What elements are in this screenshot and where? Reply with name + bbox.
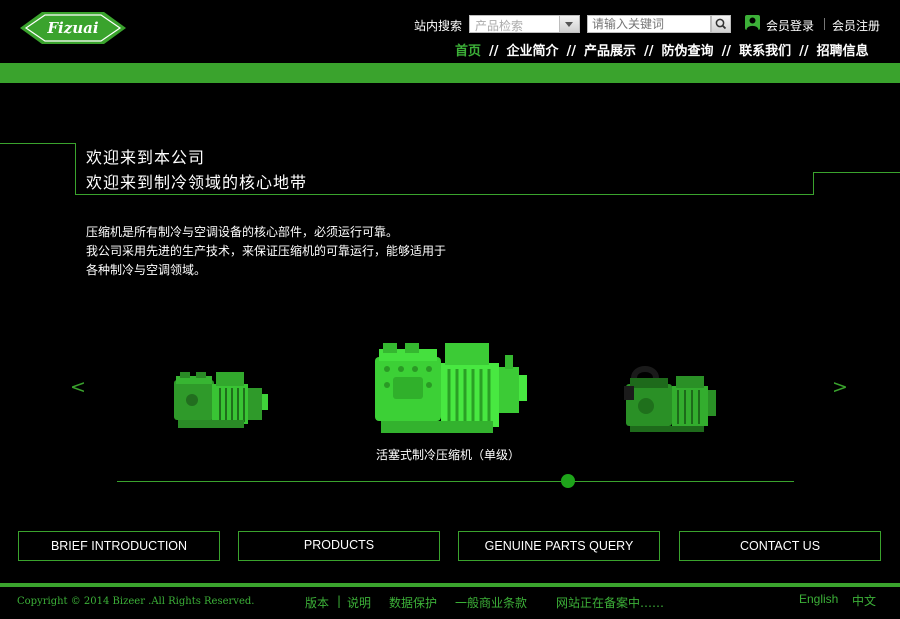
user-icon [745, 15, 760, 30]
member-register-link[interactable]: 会员注册 [832, 17, 880, 34]
intro-line-3: 各种制冷与空调领域。 [86, 263, 207, 277]
search-icon [715, 18, 727, 30]
footer-link-notes[interactable]: 说明 [347, 594, 371, 611]
brief-introduction-button[interactable]: BRIEF INTRODUCTION [18, 531, 220, 561]
intro-line-1: 压缩机是所有制冷与空调设备的核心部件，必须运行可靠。 [86, 225, 399, 239]
product-image-featured[interactable] [373, 341, 528, 436]
contact-us-button[interactable]: CONTACT US [679, 531, 881, 561]
category-select-value: 产品检索 [475, 19, 524, 33]
logo-diamond-icon: Fizuai [20, 12, 126, 44]
nav-separator: // [721, 44, 732, 59]
genuine-parts-query-button[interactable]: GENUINE PARTS QUERY [458, 531, 660, 561]
footer-link-version[interactable]: 版本 [305, 594, 329, 611]
products-button[interactable]: PRODUCTS [238, 531, 440, 561]
compressor-image [624, 366, 716, 432]
main-nav: 首页 // 企业简介 // 产品展示 // 防伪查询 // 联系我们 // 招聘信息 [455, 40, 869, 59]
lang-english-link[interactable]: English [799, 592, 838, 606]
product-caption: 活塞式制冷压缩机（单级） [376, 448, 521, 462]
nav-item-anti-counterfeit[interactable]: 防伪查询 [662, 44, 714, 59]
nav-separator: // [644, 44, 654, 59]
intro-line-2: 我公司采用先进的生产技术，来保证压缩机的可靠运行，能够适用于 [86, 244, 447, 258]
product-image-left[interactable] [172, 370, 270, 432]
keyword-search-input[interactable] [587, 15, 711, 33]
welcome-title: 欢迎来到本公司 [86, 148, 206, 167]
copyright-text: Copyright © 2014 Bizeer .All Rights Rese… [17, 596, 255, 607]
product-image-right[interactable] [622, 366, 718, 434]
lang-chinese-link[interactable]: 中文 [852, 592, 876, 609]
nav-item-products[interactable]: 产品展示 [584, 44, 636, 59]
header-green-bar [0, 63, 900, 83]
nav-item-jobs[interactable]: 招聘信息 [817, 44, 869, 59]
footer-link-divider: | [337, 594, 342, 608]
compressor-image [375, 343, 527, 433]
footer-filing-status: 网站正在备案中…… [556, 596, 665, 610]
carousel-slider-handle[interactable] [561, 474, 575, 488]
nav-item-home[interactable]: 首页 [455, 44, 481, 59]
logo-text: Fizuai [46, 19, 98, 37]
member-login-link[interactable]: 会员登录 [766, 17, 814, 34]
welcome-subtitle: 欢迎来到制冷领域的核心地带 [86, 173, 308, 192]
site-search-label: 站内搜索 [414, 19, 463, 33]
search-button[interactable] [711, 15, 731, 33]
footer-link-data-protection[interactable]: 数据保护 [389, 594, 437, 611]
footer-link-terms[interactable]: 一般商业条款 [455, 594, 527, 611]
nav-separator: // [566, 44, 577, 59]
select-dropdown-button[interactable] [559, 16, 579, 32]
header-divider [824, 18, 825, 30]
nav-item-contact[interactable]: 联系我们 [739, 44, 791, 59]
compressor-image [174, 372, 268, 428]
carousel-slider-track[interactable] [117, 481, 794, 482]
carousel-next-arrow[interactable]: > [832, 376, 848, 398]
carousel-prev-arrow[interactable]: < [70, 376, 86, 398]
nav-separator: // [799, 44, 809, 59]
chevron-down-icon [565, 22, 573, 27]
category-select[interactable]: 产品检索 [469, 15, 580, 33]
company-logo[interactable]: Fizuai [20, 11, 126, 45]
footer-green-bar [0, 583, 900, 587]
nav-item-about[interactable]: 企业简介 [507, 44, 559, 59]
nav-separator: // [489, 44, 499, 59]
